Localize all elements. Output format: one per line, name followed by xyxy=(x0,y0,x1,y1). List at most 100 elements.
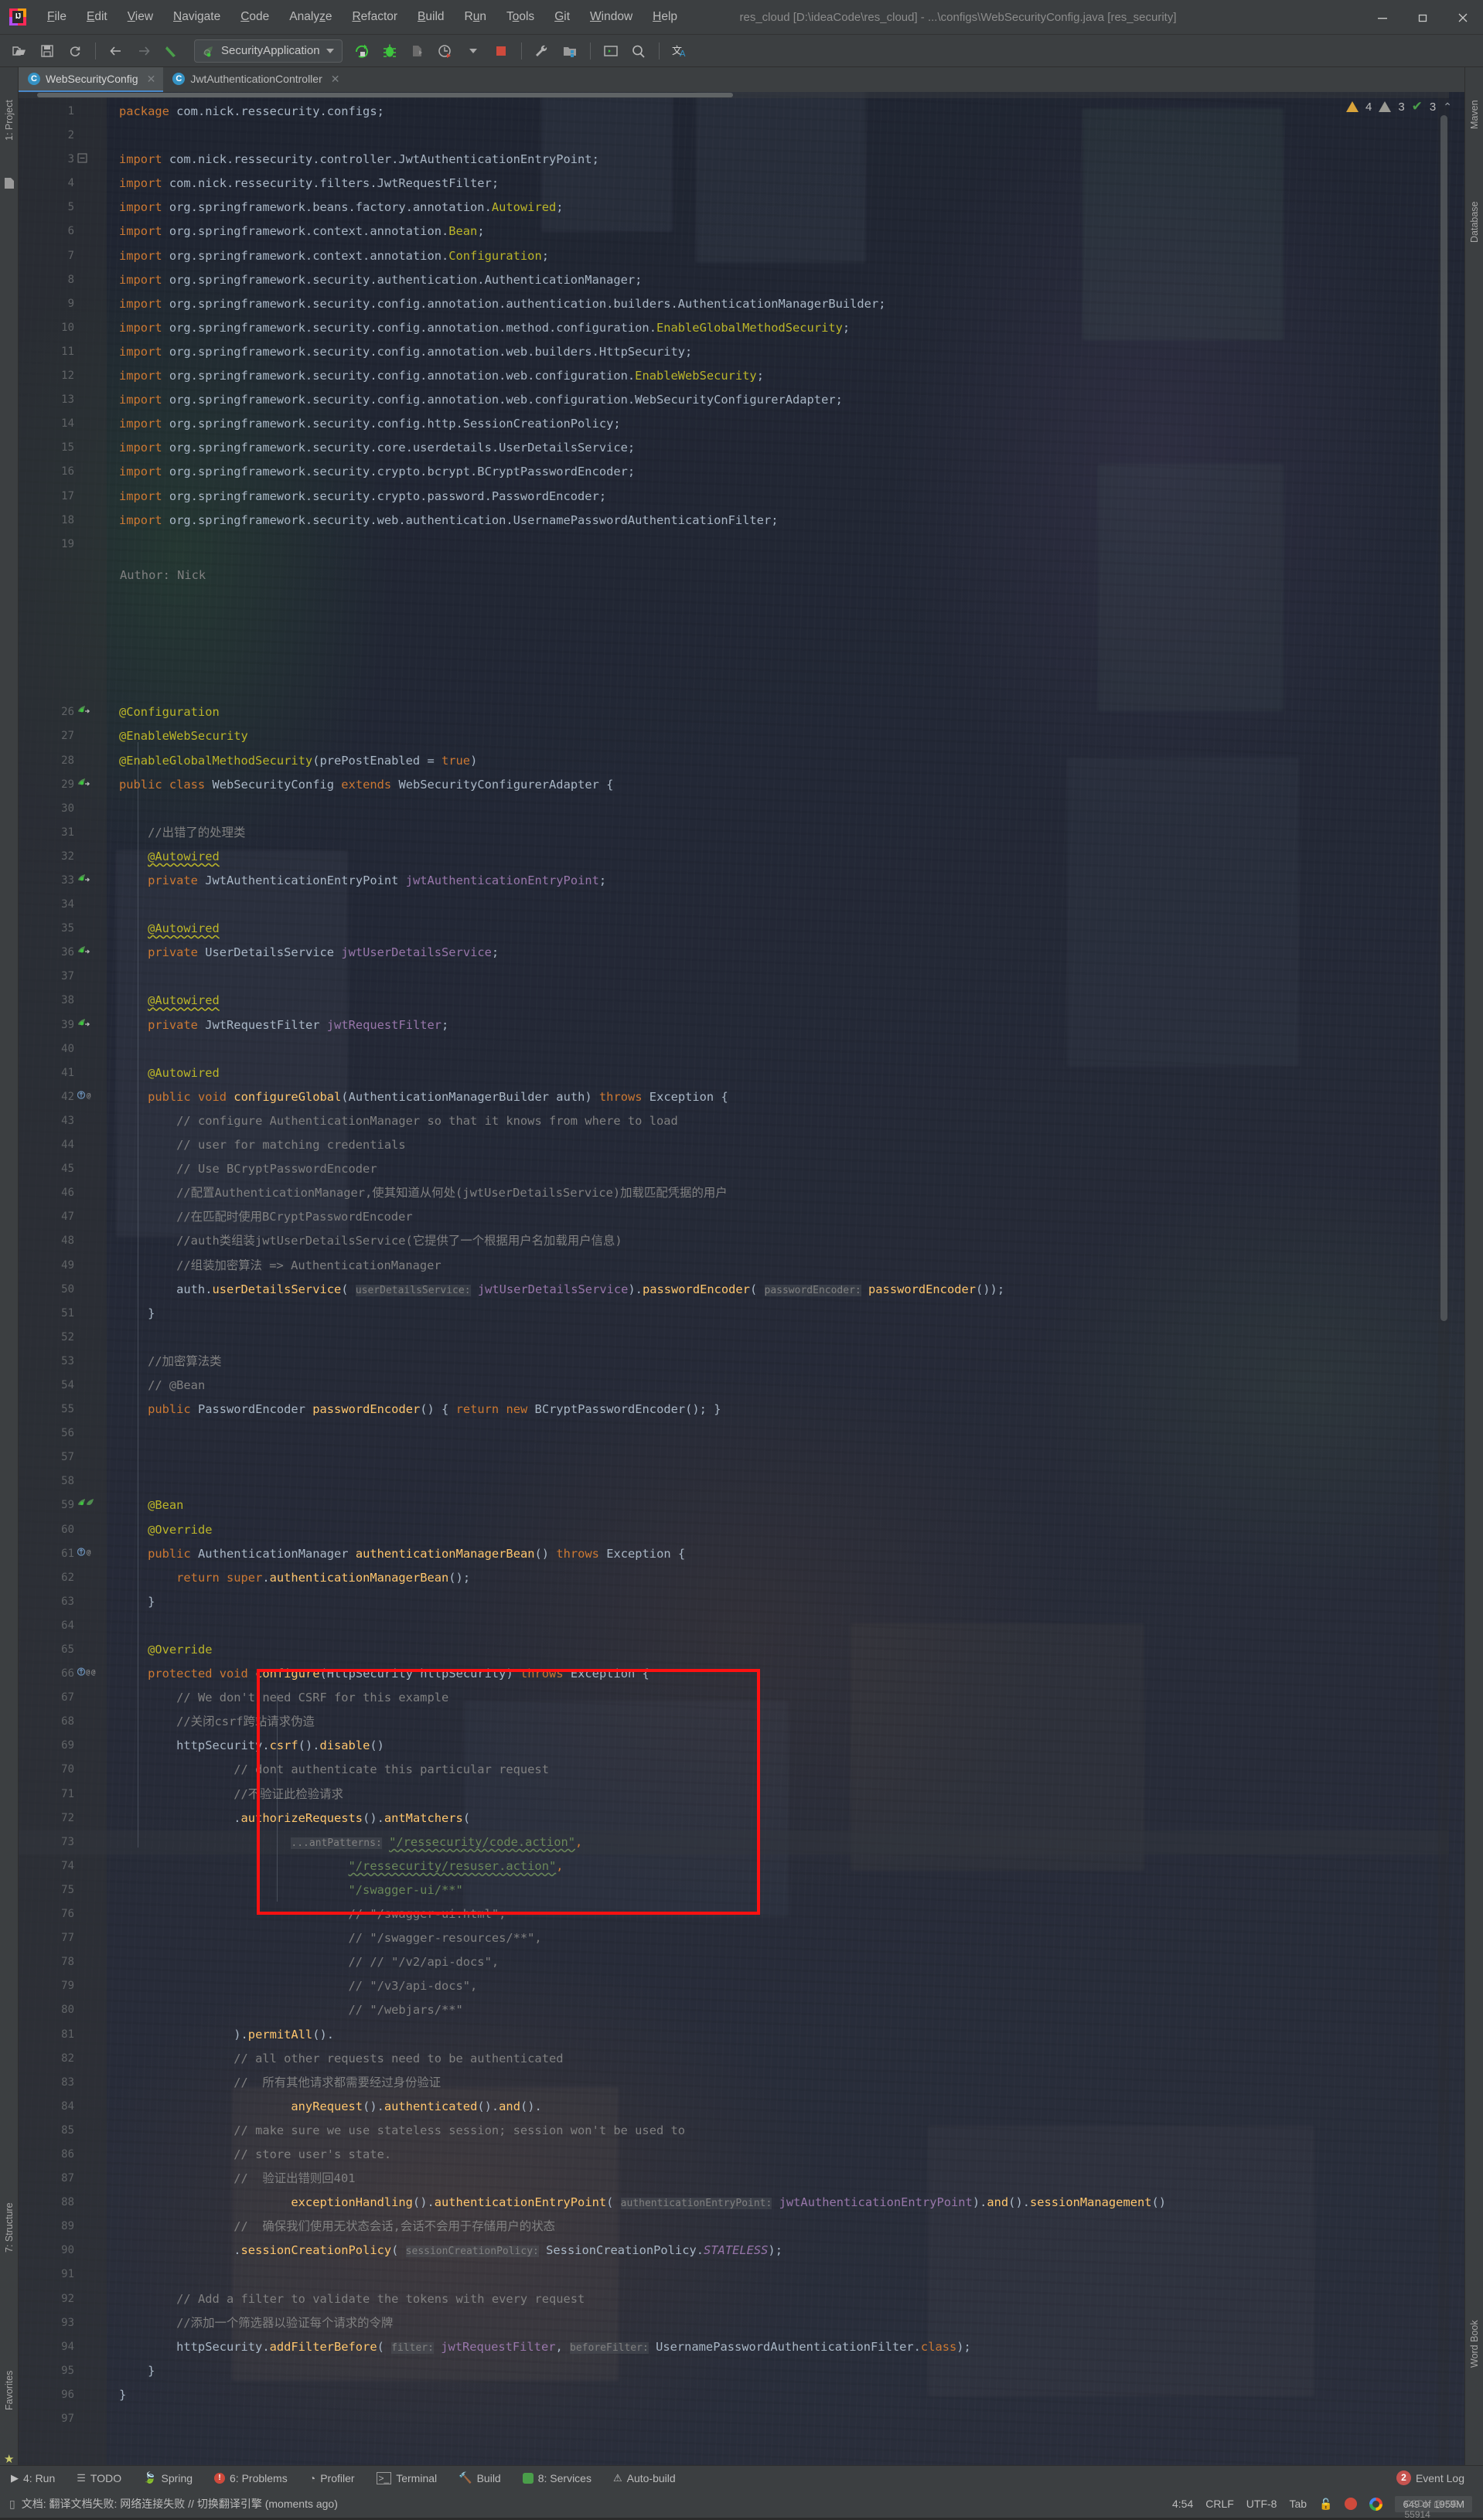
code-line[interactable]: 69 httpSecurity.csrf().disable() xyxy=(19,1734,1449,1758)
gutter-marker[interactable] xyxy=(77,2095,105,2119)
search-everywhere-icon[interactable] xyxy=(626,39,652,63)
close-icon[interactable]: ✕ xyxy=(147,73,156,86)
bottom-tab-spring[interactable]: 🍃 Spring xyxy=(132,2471,203,2484)
code-line[interactable]: 74 "/ressecurity/resuser.action", xyxy=(19,1854,1449,1878)
settings-wrench-icon[interactable] xyxy=(529,39,555,63)
gutter-marker[interactable] xyxy=(77,2407,105,2431)
code-line[interactable]: 49 //组装加密算法 => AuthenticationManager xyxy=(19,1254,1449,1278)
gutter-marker[interactable] xyxy=(77,1350,105,1374)
gutter-marker[interactable] xyxy=(77,1783,105,1807)
code-line[interactable]: 11 import org.springframework.security.co… xyxy=(19,340,1449,364)
code-line[interactable] xyxy=(19,557,1449,581)
gutter-marker[interactable] xyxy=(77,845,105,869)
gutter-marker[interactable] xyxy=(77,1950,105,1974)
menu-item-window[interactable]: Window xyxy=(580,6,643,28)
gutter-marker[interactable] xyxy=(77,1590,105,1614)
gutter-marker[interactable] xyxy=(77,1254,105,1278)
gutter-marker[interactable] xyxy=(77,1638,105,1662)
gutter-marker[interactable] xyxy=(77,989,105,1013)
code-line[interactable]: 80 // "/webjars/**" xyxy=(19,1998,1449,2022)
code-line[interactable]: 67 // We don't need CSRF for this exampl… xyxy=(19,1686,1449,1710)
gutter-marker[interactable] xyxy=(77,700,105,724)
profile-icon[interactable] xyxy=(432,39,459,63)
code-line[interactable]: 77 // "/swagger-resources/**", xyxy=(19,1926,1449,1950)
gutter-marker[interactable] xyxy=(77,2119,105,2143)
code-line[interactable]: 88 exceptionHandling().authenticationEnt… xyxy=(19,2191,1449,2215)
gutter-marker[interactable] xyxy=(77,1878,105,1902)
sidebar-item-structure[interactable]: 7: Structure xyxy=(0,2170,19,2286)
code-line[interactable]: 81 ).permitAll(). xyxy=(19,2023,1449,2047)
gutter-marker[interactable] xyxy=(77,1157,105,1181)
code-line[interactable]: 60 @Override xyxy=(19,1518,1449,1542)
code-line[interactable]: 45 // Use BCryptPasswordEncoder xyxy=(19,1157,1449,1181)
menu-item-code[interactable]: Code xyxy=(230,6,279,28)
save-icon[interactable] xyxy=(34,39,60,63)
code-editor[interactable]: 1 package com.nick.ressecurity.configs; 2 3… xyxy=(19,92,1449,2466)
gutter-marker[interactable] xyxy=(77,676,105,700)
gutter-marker[interactable] xyxy=(77,821,105,845)
gutter-marker[interactable] xyxy=(77,533,105,557)
gutter-marker[interactable] xyxy=(77,581,105,604)
gutter-marker[interactable] xyxy=(77,1614,105,1638)
gutter-marker[interactable] xyxy=(77,652,105,676)
code-line[interactable]: 5 import org.springframework.beans.factor… xyxy=(19,196,1449,220)
code-line[interactable]: 42 @ public void configureGlobal(Authenti… xyxy=(19,1085,1449,1109)
close-icon[interactable]: ✕ xyxy=(331,73,340,86)
code-line[interactable]: 29 public class WebSecurityConfig extends… xyxy=(19,773,1449,797)
bottom-tab-terminal[interactable]: >_ Terminal xyxy=(366,2471,448,2484)
code-line[interactable]: 71 //不验证此检验请求 xyxy=(19,1783,1449,1807)
code-line[interactable]: 8 import org.springframework.security.aut… xyxy=(19,268,1449,292)
bottom-tab-run[interactable]: ▶ 4: Run xyxy=(0,2472,66,2484)
code-line[interactable]: 72 .authorizeRequests().antMatchers( xyxy=(19,1807,1449,1830)
code-line[interactable]: 27 @EnableWebSecurity xyxy=(19,724,1449,748)
code-line[interactable] xyxy=(19,652,1449,676)
gutter-marker[interactable] xyxy=(77,797,105,821)
code-line[interactable]: 44 // user for matching credentials xyxy=(19,1133,1449,1157)
gutter-marker[interactable] xyxy=(77,220,105,243)
gutter-marker[interactable]: @ @ xyxy=(77,1662,105,1686)
code-line[interactable] xyxy=(19,581,1449,604)
gutter-marker[interactable] xyxy=(77,1518,105,1542)
code-line[interactable]: 47 //在匹配时使用BCryptPasswordEncoder xyxy=(19,1205,1449,1229)
gutter-marker[interactable] xyxy=(77,1037,105,1061)
gutter-marker[interactable] xyxy=(77,1061,105,1085)
sidebar-item-maven[interactable]: Maven xyxy=(1465,72,1483,157)
code-line[interactable]: 48 //auth类组装jwtUserDetailsService(它提供了一个… xyxy=(19,1229,1449,1253)
bottom-tool-window-bar[interactable]: ▶ 4: Run ☰ TODO 🍃 Spring ! 6: Problems ◔… xyxy=(0,2465,1483,2490)
code-line[interactable]: 1 package com.nick.ressecurity.configs; xyxy=(19,100,1449,124)
unlocked-icon[interactable]: 🔓 xyxy=(1319,2498,1332,2511)
code-line[interactable] xyxy=(19,628,1449,652)
scrollbar-thumb-vertical[interactable] xyxy=(1440,115,1447,1321)
code-line[interactable]: 46 //配置AuthenticationManager,使其知道从何处(jwt… xyxy=(19,1181,1449,1205)
gutter-marker[interactable] xyxy=(77,917,105,941)
menu-item-refactor[interactable]: Refactor xyxy=(342,6,407,28)
gutter-marker[interactable] xyxy=(77,1013,105,1037)
code-line[interactable]: 91 xyxy=(19,2263,1449,2287)
sidebar-item-favorites[interactable]: Favorites xyxy=(0,2340,19,2440)
bottom-tab-auto-build[interactable]: ⚠ Auto-build xyxy=(602,2472,687,2484)
menu-item-git[interactable]: Git xyxy=(544,6,580,28)
gutter-marker[interactable] xyxy=(77,1278,105,1302)
menu-item-build[interactable]: Build xyxy=(407,6,454,28)
code-line[interactable]: 58 xyxy=(19,1469,1449,1493)
code-line[interactable]: 43 // configure AuthenticationManager so… xyxy=(19,1109,1449,1133)
gutter-marker[interactable] xyxy=(77,557,105,581)
gutter-marker[interactable] xyxy=(77,2023,105,2047)
code-line[interactable]: 63 } xyxy=(19,1590,1449,1614)
gutter-marker[interactable] xyxy=(77,1854,105,1878)
gutter-marker[interactable] xyxy=(77,268,105,292)
code-line[interactable]: 66 @ @ protected void configure(HttpSecuri… xyxy=(19,1662,1449,1686)
status-bar[interactable]: ▯ 文档: 翻译文档失败: 网络连接失败 // 切换翻译引擎 (moments … xyxy=(0,2490,1483,2520)
code-line[interactable]: 35 @Autowired xyxy=(19,917,1449,941)
sidebar-item-word-book[interactable]: Word Book xyxy=(1465,2286,1483,2402)
code-line[interactable]: 61 @ public AuthenticationManager authent… xyxy=(19,1542,1449,1566)
code-line[interactable]: 97 xyxy=(19,2407,1449,2431)
gutter-marker[interactable] xyxy=(77,340,105,364)
memory-indicator[interactable]: 649 of 1959M CSDN @ ND-55914 xyxy=(1395,2495,1472,2520)
code-line[interactable]: 75 "/swagger-ui/**" xyxy=(19,1878,1449,1902)
code-line[interactable]: 73 ...antPatterns: "/ressecurity/code.ac… xyxy=(19,1830,1449,1854)
gutter-marker[interactable] xyxy=(77,724,105,748)
gutter-marker[interactable] xyxy=(77,2359,105,2383)
code-line[interactable]: 14 import org.springframework.security.co… xyxy=(19,412,1449,436)
gutter-marker[interactable] xyxy=(77,1302,105,1326)
